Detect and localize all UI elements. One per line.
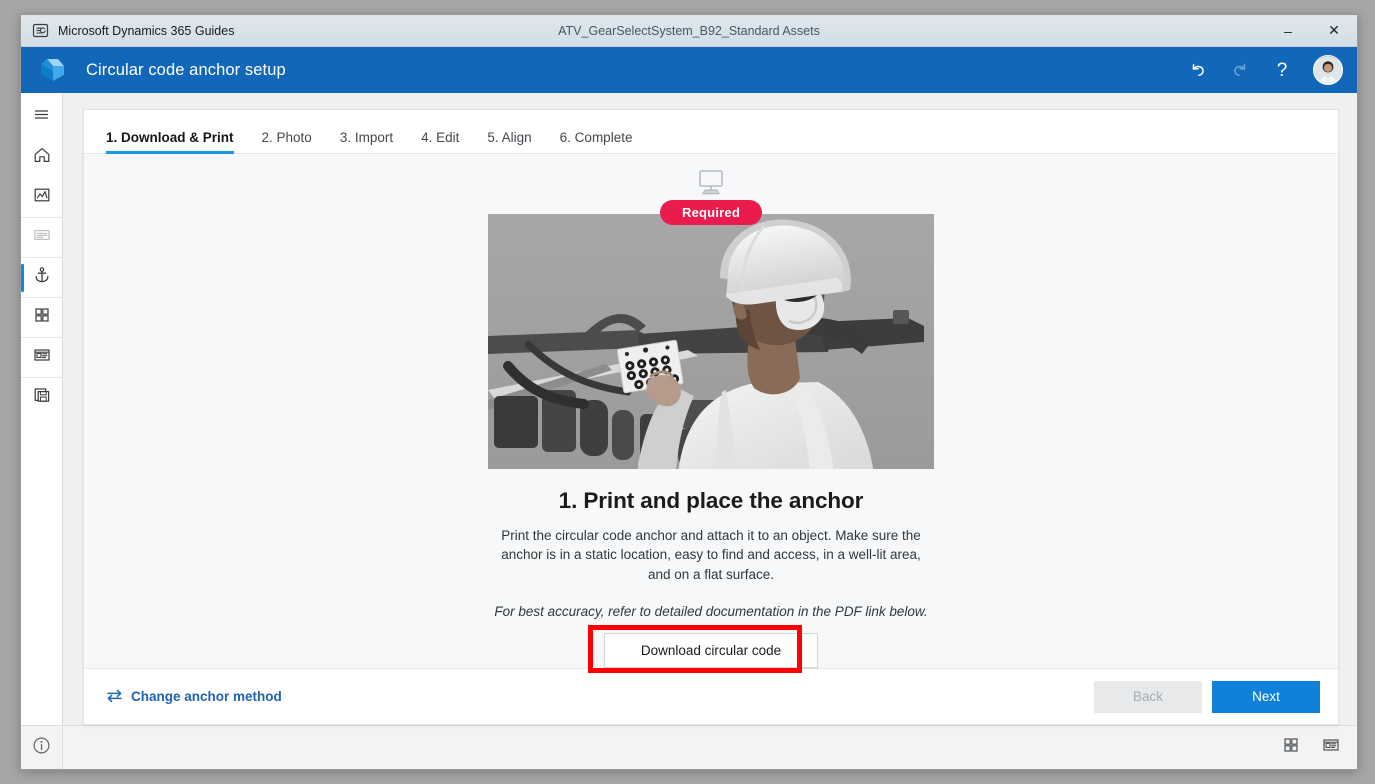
grid-view-button[interactable]: [1279, 736, 1303, 760]
status-badge: Required: [660, 200, 762, 225]
undo-arrow-icon[interactable]: [1179, 51, 1217, 89]
left-sidebar: [20, 93, 63, 725]
sidebar-item-home[interactable]: [21, 137, 63, 177]
tab-edit[interactable]: 4. Edit: [421, 130, 459, 153]
tab-import[interactable]: 3. Import: [340, 130, 393, 153]
change-anchor-method-label: Change anchor method: [131, 689, 282, 704]
redo-arrow-icon[interactable]: [1221, 51, 1259, 89]
step-description: Print the circular code anchor and attac…: [501, 527, 921, 582]
card-panel-icon: [32, 345, 52, 370]
chart-image-icon: [32, 185, 52, 210]
desktop-monitor-icon: [693, 168, 729, 198]
download-circular-code-button[interactable]: Download circular code: [604, 633, 818, 668]
hero-illustration: [488, 214, 934, 469]
sidebar-item-steps-grid[interactable]: [20, 297, 63, 337]
title-bar: Microsoft Dynamics 365 Guides ATV_GearSe…: [21, 15, 1357, 47]
info-circle-icon: [32, 736, 51, 760]
status-bar-views: [1279, 736, 1343, 760]
help-button[interactable]: ?: [1263, 51, 1301, 89]
window-controls: – ✕: [1265, 15, 1357, 46]
sidebar-item-analytics[interactable]: [21, 177, 63, 217]
grid-four-squares-icon: [1281, 735, 1301, 760]
desktop-background: Microsoft Dynamics 365 Guides ATV_GearSe…: [0, 0, 1375, 784]
step-heading: 1. Print and place the anchor: [558, 487, 864, 513]
help-label: ?: [1276, 59, 1288, 81]
download-button-wrapper: Download circular code: [588, 625, 818, 673]
step-note: For best accuracy, refer to detailed doc…: [494, 604, 928, 619]
tab-align[interactable]: 5. Align: [487, 130, 531, 153]
close-button[interactable]: ✕: [1311, 15, 1357, 46]
save-copy-icon: [32, 385, 52, 410]
home-icon: [32, 145, 52, 170]
avatar[interactable]: [1313, 55, 1343, 85]
app-header-actions: ?: [1179, 51, 1343, 89]
anchor-setup-card: 1. Download & Print 2. Photo 3. Import 4…: [83, 109, 1339, 725]
wizard-tabs: 1. Download & Print 2. Photo 3. Import 4…: [84, 110, 1338, 154]
page-title: Circular code anchor setup: [86, 60, 286, 79]
status-bar: [21, 725, 1357, 769]
tab-complete[interactable]: 6. Complete: [560, 130, 633, 153]
hamburger-icon: [32, 105, 51, 129]
next-button[interactable]: Next: [1212, 680, 1320, 713]
sidebar-item-outline[interactable]: [20, 217, 63, 257]
document-lines-icon: [32, 225, 52, 250]
sidebar-item-menu[interactable]: [21, 97, 63, 137]
sidebar-item-save[interactable]: [20, 377, 63, 417]
wizard-navigation: Back Next: [1094, 680, 1320, 713]
info-button[interactable]: [21, 726, 63, 769]
app-header-bar: Circular code anchor setup ?: [21, 47, 1357, 93]
grid-four-squares-icon: [32, 305, 52, 330]
application-name: Microsoft Dynamics 365 Guides: [58, 23, 235, 38]
sidebar-item-step-card[interactable]: [20, 337, 63, 377]
dynamics-guides-icon: [32, 22, 49, 39]
card-footer: Change anchor method Back Next: [84, 668, 1338, 724]
back-button[interactable]: Back: [1094, 680, 1202, 713]
application-window: Microsoft Dynamics 365 Guides ATV_GearSe…: [20, 14, 1358, 770]
change-anchor-method-link[interactable]: Change anchor method: [106, 688, 282, 706]
window-body: 1. Download & Print 2. Photo 3. Import 4…: [20, 93, 1357, 725]
card-panel-icon: [1321, 735, 1341, 760]
guides-logo-icon: [37, 55, 71, 85]
title-bar-left: Microsoft Dynamics 365 Guides: [21, 22, 234, 39]
content-area: 1. Download & Print 2. Photo 3. Import 4…: [63, 93, 1357, 725]
tab-download-print[interactable]: 1. Download & Print: [106, 130, 234, 154]
step-pane: Required 1. Print and place the anchor P…: [84, 154, 1338, 673]
tab-photo[interactable]: 2. Photo: [262, 130, 312, 153]
card-view-button[interactable]: [1319, 736, 1343, 760]
sidebar-item-anchor[interactable]: [20, 257, 63, 297]
minimize-button[interactable]: –: [1265, 15, 1311, 46]
swap-arrows-icon: [106, 688, 123, 706]
anchor-icon: [32, 265, 52, 290]
